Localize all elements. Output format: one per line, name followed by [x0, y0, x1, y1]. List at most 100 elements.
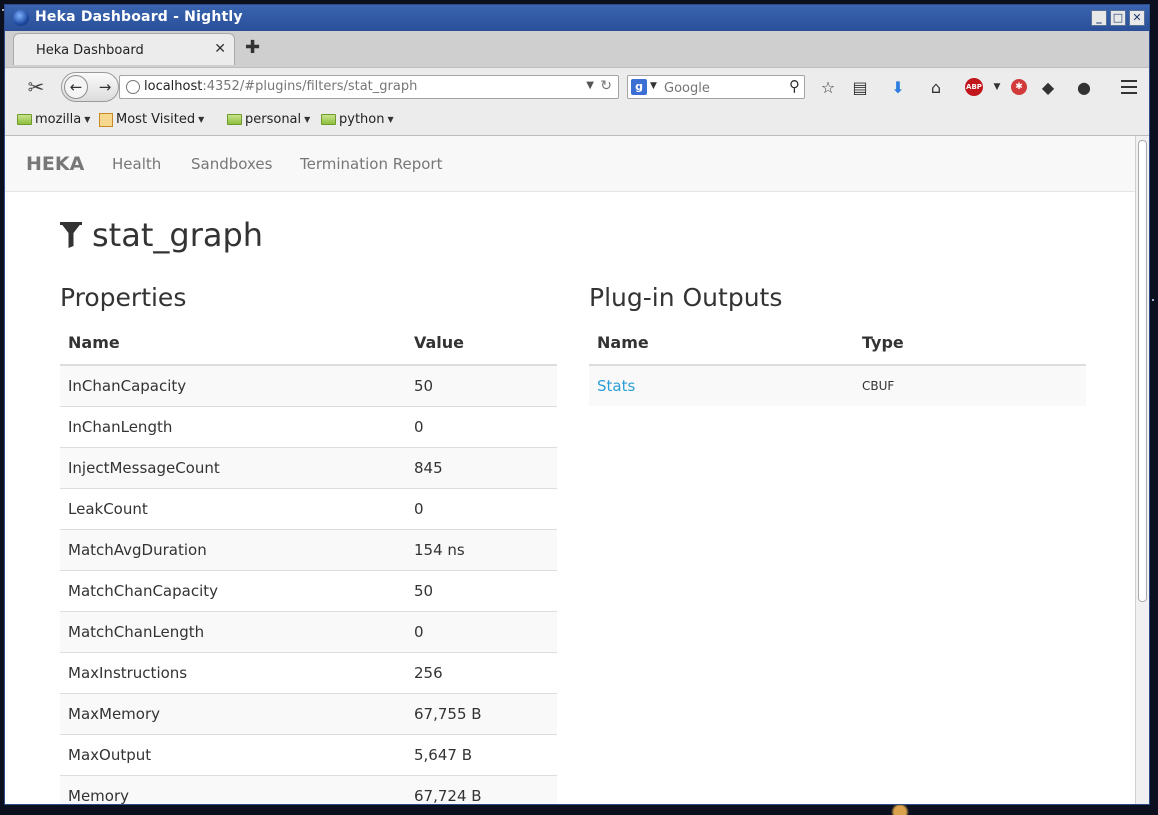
- brand-link[interactable]: HEKA: [26, 153, 84, 175]
- bookmark-label: personal: [245, 112, 302, 127]
- column-header-type: Type: [854, 320, 1086, 366]
- bookmark-label: python: [339, 112, 385, 127]
- url-history-dropdown-icon[interactable]: ▼: [586, 80, 594, 91]
- scrollbar-thumb[interactable]: [1138, 140, 1147, 602]
- property-value: 0: [406, 488, 557, 530]
- app-navbar: HEKA Health Sandboxes Termination Report: [5, 136, 1136, 192]
- chevron-down-icon: ▼: [198, 115, 205, 124]
- filter-icon: [60, 222, 82, 248]
- bookmark-star-icon[interactable]: ☆: [817, 76, 839, 98]
- url-path: :4352/#plugins/filters/stat_graph: [202, 79, 418, 94]
- chat-bubble-icon[interactable]: ●: [1073, 76, 1095, 98]
- minimize-button[interactable]: _: [1091, 10, 1107, 26]
- new-tab-button[interactable]: ✚: [245, 37, 260, 58]
- maximize-button[interactable]: □: [1110, 10, 1126, 26]
- table-row: MaxInstructions 256: [60, 652, 557, 694]
- property-value: 0: [406, 406, 557, 448]
- search-icon[interactable]: ⚲: [789, 77, 800, 95]
- property-value: 845: [406, 447, 557, 489]
- bookmark-folder-personal[interactable]: personal ▼: [227, 112, 310, 127]
- page-title: stat_graph: [60, 216, 263, 254]
- forward-button[interactable]: →: [94, 75, 116, 99]
- url-text[interactable]: localhost:4352/#plugins/filters/stat_gra…: [144, 79, 417, 94]
- hamburger-menu-icon[interactable]: [1121, 80, 1137, 94]
- feedback-icon[interactable]: ◆: [1037, 76, 1059, 98]
- property-value: 154 ns: [406, 529, 557, 571]
- nav-termination-report[interactable]: Termination Report: [300, 155, 442, 173]
- bookmark-folder-mozilla[interactable]: mozilla ▼: [17, 112, 90, 127]
- property-value: 50: [406, 570, 557, 612]
- folder-icon: [227, 114, 242, 125]
- output-type: CBUF: [854, 364, 1086, 406]
- home-icon[interactable]: ⌂: [925, 76, 947, 98]
- table-header-row: Name Value: [60, 320, 557, 366]
- outputs-table: Name Type Stats CBUF: [589, 320, 1086, 406]
- reading-list-icon[interactable]: ▤: [849, 76, 871, 98]
- most-visited-icon: [99, 112, 113, 127]
- browser-window: Heka Dashboard - Nightly _ □ ✕ Heka Dash…: [4, 4, 1150, 805]
- property-name: InChanCapacity: [60, 364, 406, 407]
- navigation-toolbar: ✂ ← → localhost:4352/#plugins/filters/st…: [5, 67, 1149, 108]
- property-name: Memory: [60, 775, 406, 804]
- property-name: MatchAvgDuration: [60, 529, 406, 571]
- search-engine-dropdown-icon[interactable]: ▼: [650, 81, 657, 91]
- bookmarks-toolbar: mozilla ▼ Most Visited ▼ personal ▼ pyth…: [5, 107, 1149, 136]
- table-row: MatchAvgDuration 154 ns: [60, 529, 557, 571]
- search-engine-icon[interactable]: g: [631, 79, 647, 95]
- properties-table: Name Value InChanCapacity 50 InChanLength…: [60, 320, 557, 804]
- reload-icon[interactable]: ↻: [600, 78, 612, 94]
- table-row: LeakCount 0: [60, 488, 557, 530]
- property-value: 67,724 B: [406, 775, 557, 804]
- table-row: MaxMemory 67,755 B: [60, 693, 557, 735]
- title-bar: Heka Dashboard - Nightly _ □ ✕: [5, 5, 1149, 31]
- table-row: MaxOutput 5,647 B: [60, 734, 557, 776]
- page-title-text: stat_graph: [92, 216, 264, 254]
- property-value: 50: [406, 364, 557, 407]
- table-row: Stats CBUF: [589, 364, 1086, 406]
- table-row: MatchChanLength 0: [60, 611, 557, 653]
- url-bar[interactable]: localhost:4352/#plugins/filters/stat_gra…: [119, 75, 619, 99]
- property-name: InjectMessageCount: [60, 447, 406, 489]
- bookmark-folder-python[interactable]: python ▼: [321, 112, 394, 127]
- scissors-icon[interactable]: ✂: [23, 74, 49, 100]
- close-window-button[interactable]: ✕: [1129, 10, 1145, 26]
- output-link-stats[interactable]: Stats: [597, 377, 635, 395]
- nav-health[interactable]: Health: [112, 155, 161, 173]
- search-bar[interactable]: g ▼ ⚲: [627, 75, 805, 99]
- addon-bug-icon[interactable]: ✱: [1011, 79, 1027, 95]
- chevron-down-icon: ▼: [304, 115, 311, 124]
- chevron-down-icon: ▼: [84, 115, 91, 124]
- table-row: InjectMessageCount 845: [60, 447, 557, 489]
- table-header-row: Name Type: [589, 320, 1086, 366]
- table-row: MatchChanCapacity 50: [60, 570, 557, 612]
- downloads-icon[interactable]: ⬇: [887, 76, 909, 98]
- search-input[interactable]: [662, 78, 786, 98]
- property-name: InChanLength: [60, 406, 406, 448]
- column-header-value: Value: [406, 320, 557, 366]
- bookmark-label: mozilla: [35, 112, 82, 127]
- vertical-scrollbar[interactable]: [1135, 136, 1149, 804]
- page-content: HEKA Health Sandboxes Termination Report…: [5, 136, 1136, 804]
- properties-heading: Properties: [60, 283, 187, 312]
- back-forward-group: ← →: [61, 72, 119, 102]
- folder-icon: [321, 114, 336, 125]
- table-row: InChanLength 0: [60, 406, 557, 448]
- back-button[interactable]: ←: [64, 75, 88, 99]
- url-host: localhost: [144, 79, 203, 94]
- property-name: MaxOutput: [60, 734, 406, 776]
- table-row: InChanCapacity 50: [60, 364, 557, 407]
- adblock-dropdown-icon[interactable]: ▼: [986, 76, 1008, 98]
- bookmark-label: Most Visited: [116, 112, 196, 127]
- adblock-icon[interactable]: ABP: [965, 78, 983, 96]
- outputs-heading: Plug-in Outputs: [589, 283, 783, 312]
- property-value: 67,755 B: [406, 693, 557, 735]
- close-tab-icon[interactable]: ✕: [214, 41, 226, 57]
- nav-sandboxes[interactable]: Sandboxes: [191, 155, 272, 173]
- property-value: 5,647 B: [406, 734, 557, 776]
- site-identity-icon[interactable]: [126, 80, 140, 94]
- bookmark-folder-most-visited[interactable]: Most Visited ▼: [99, 112, 204, 127]
- tab-heka-dashboard[interactable]: Heka Dashboard ✕: [13, 33, 235, 65]
- window-title: Heka Dashboard - Nightly: [35, 9, 243, 25]
- folder-icon: [17, 114, 32, 125]
- property-name: MaxMemory: [60, 693, 406, 735]
